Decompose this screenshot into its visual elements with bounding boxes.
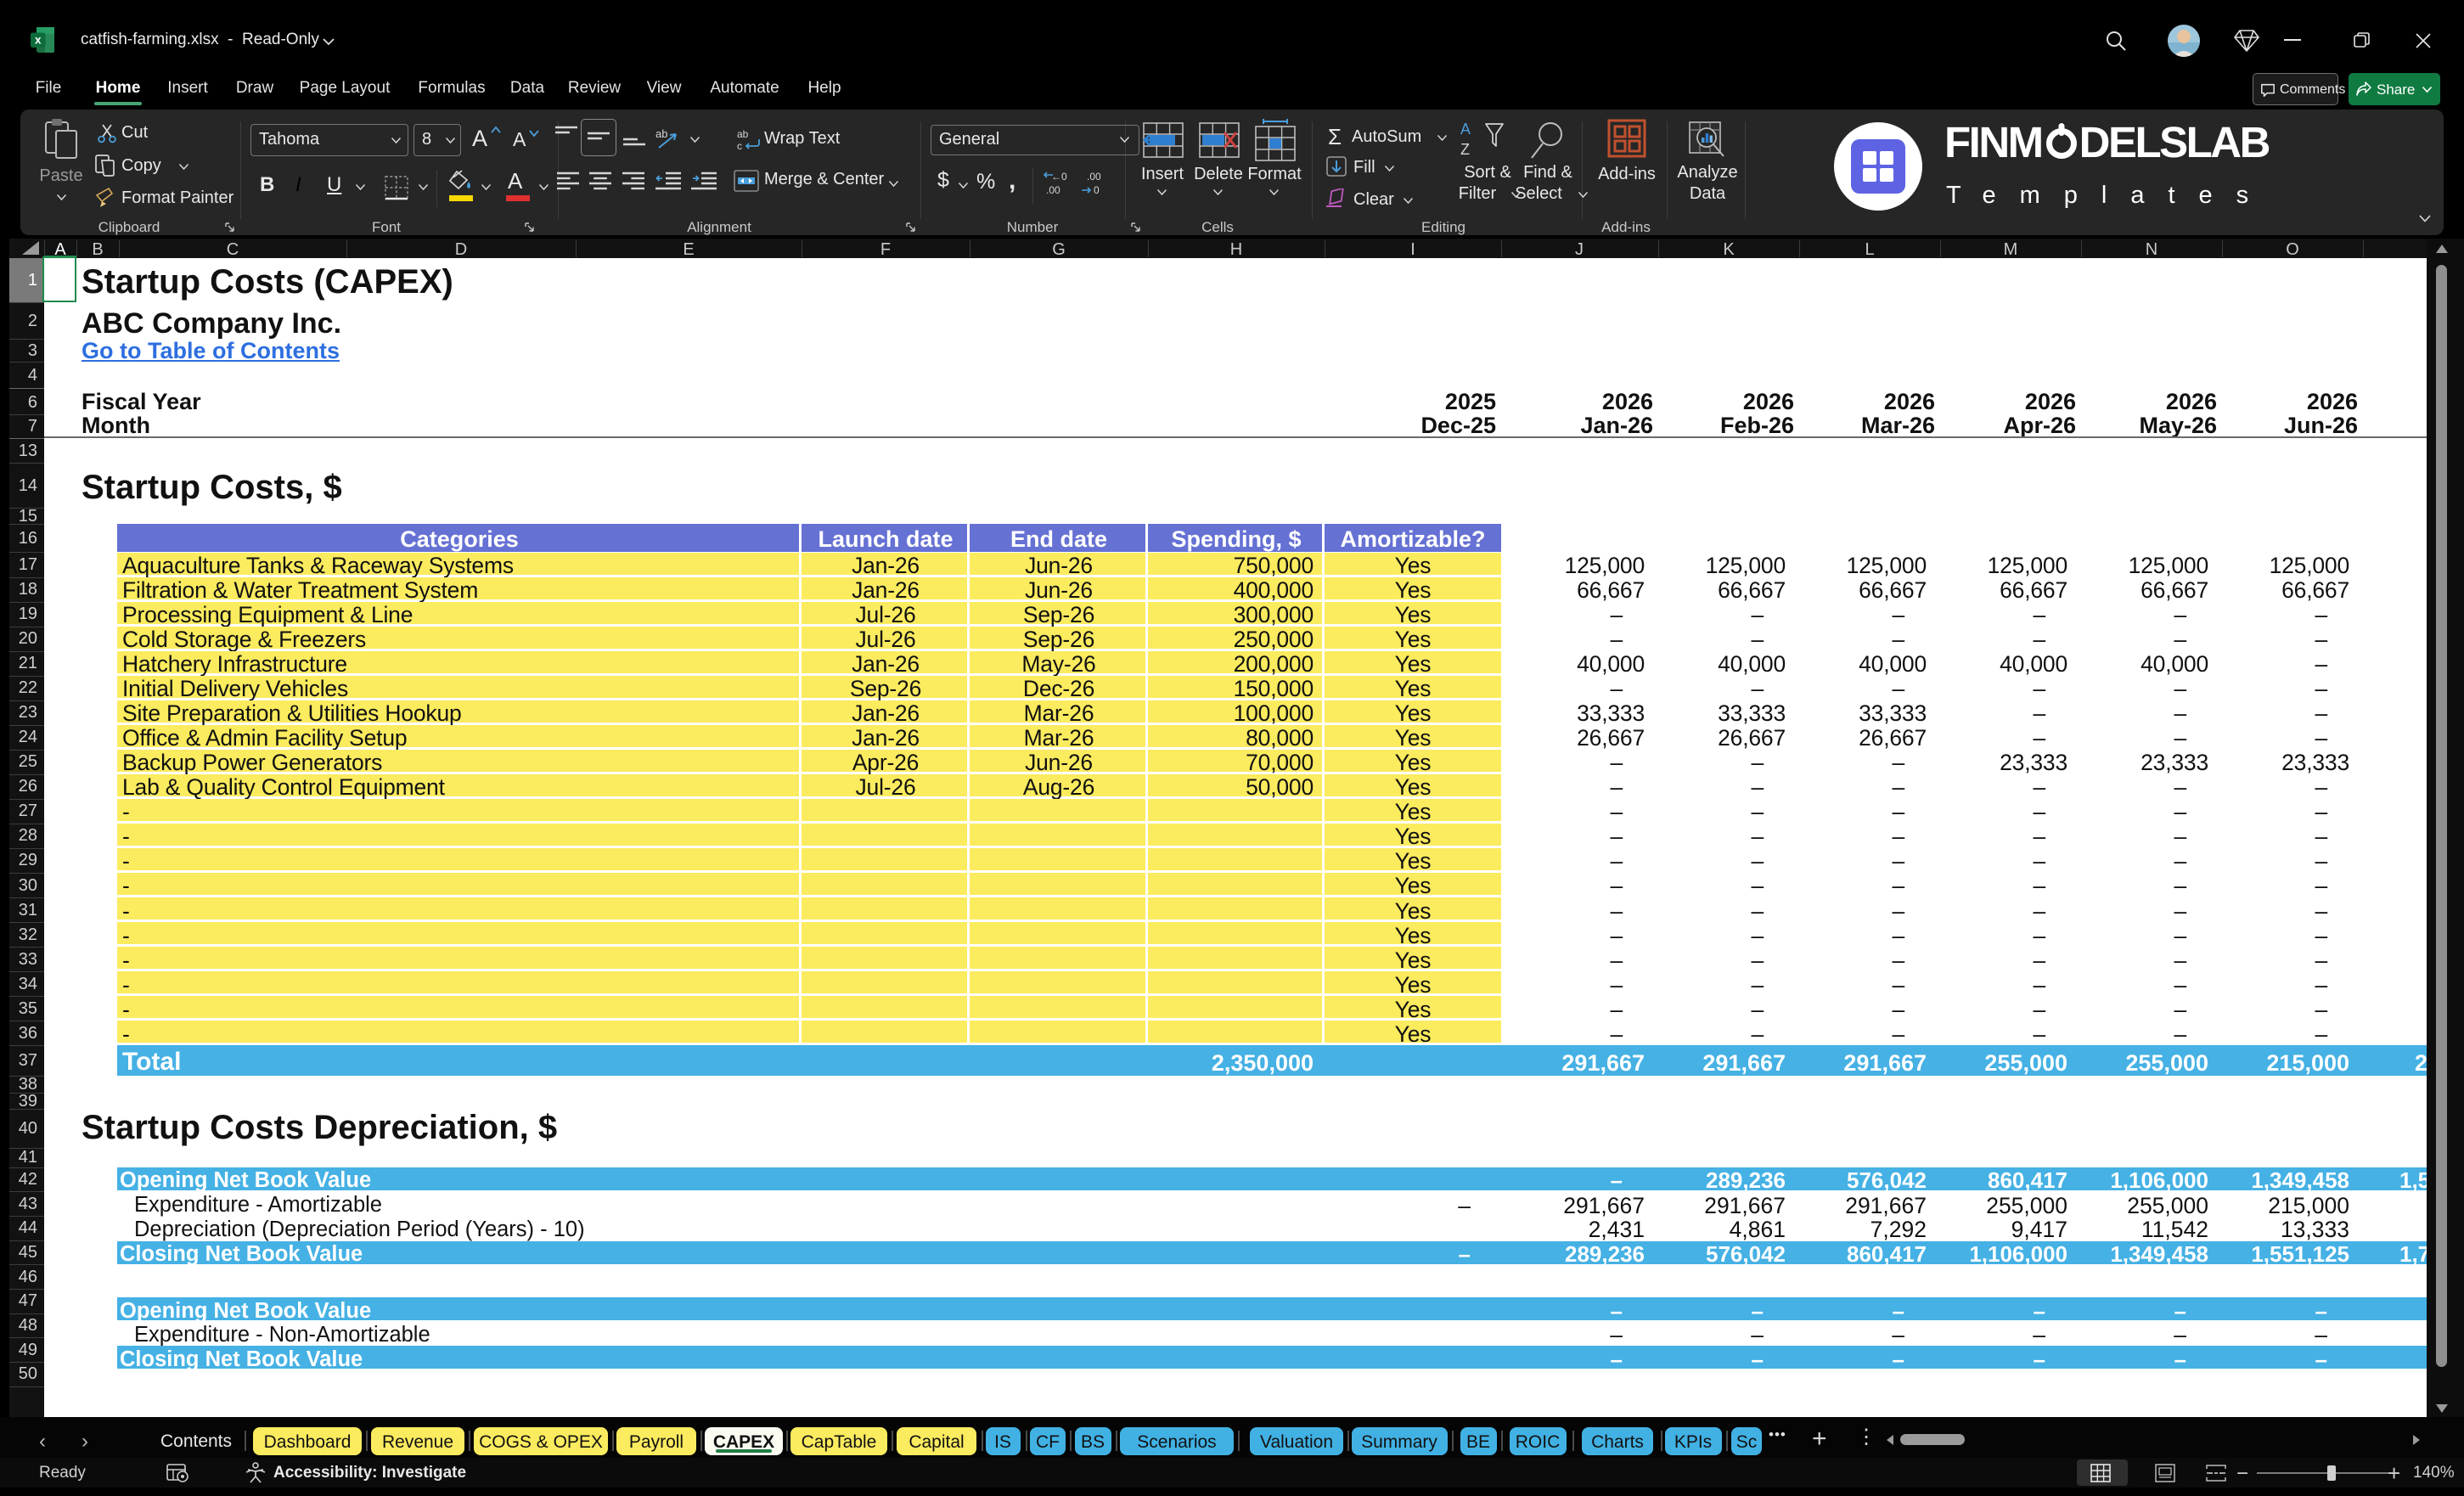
svg-text:←0: ←0 (1051, 171, 1067, 183)
svg-text:ab: ab (737, 128, 749, 140)
svg-text:x: x (35, 34, 42, 47)
svg-text:A: A (1460, 121, 1471, 138)
svg-text:Z: Z (1460, 141, 1470, 158)
svg-text:c: c (737, 140, 742, 152)
svg-text:0: 0 (1094, 184, 1100, 196)
svg-text:.00: .00 (1087, 171, 1101, 183)
svg-text:.00: .00 (1046, 184, 1060, 196)
svg-text:ab: ab (655, 127, 667, 140)
